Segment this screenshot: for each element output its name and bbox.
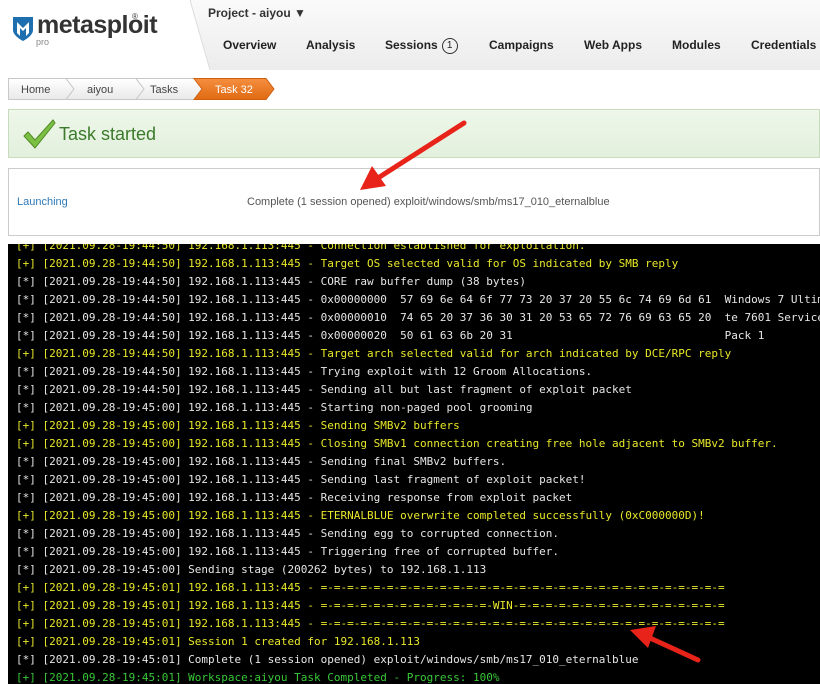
task-phase-label: Launching bbox=[17, 196, 68, 208]
nav-modules[interactable]: Modules bbox=[672, 38, 721, 52]
nav-campaigns[interactable]: Campaigns bbox=[489, 38, 554, 52]
log-line: [+] [2021.09.28-19:44:50] 192.168.1.113:… bbox=[16, 347, 732, 360]
logo[interactable]: metasploit ® pro bbox=[0, 0, 190, 70]
log-line: [*] [2021.09.28-19:45:00] 192.168.1.113:… bbox=[16, 527, 560, 540]
breadcrumb-home-label: Home bbox=[21, 84, 50, 96]
log-line: [+] [2021.09.28-19:45:01] Workspace:aiyo… bbox=[16, 671, 500, 684]
log-line: [*] [2021.09.28-19:44:50] 192.168.1.113:… bbox=[16, 365, 593, 378]
log-line: [*] [2021.09.28-19:45:01] Complete (1 se… bbox=[16, 653, 639, 666]
nav-credentials[interactable]: Credentials bbox=[751, 38, 816, 52]
breadcrumb: Home aiyou Tasks Task 32 bbox=[8, 78, 275, 100]
task-status-banner: Task started bbox=[8, 109, 820, 158]
log-line: [+] [2021.09.28-19:45:00] 192.168.1.113:… bbox=[16, 509, 705, 522]
main-nav: Overview Analysis Sessions 1 Campaigns We… bbox=[0, 38, 820, 54]
nav-sessions[interactable]: Sessions 1 bbox=[385, 38, 458, 54]
breadcrumb-tasks[interactable]: Tasks bbox=[134, 78, 203, 100]
log-line: [+] [2021.09.28-19:45:01] 192.168.1.113:… bbox=[16, 599, 725, 612]
logo-text: metasploit bbox=[37, 11, 158, 39]
log-line: [*] [2021.09.28-19:44:50] 192.168.1.113:… bbox=[16, 329, 765, 342]
app-header: metasploit ® pro Project - aiyou ▼ Overv… bbox=[0, 0, 820, 70]
task-status-text: Task started bbox=[59, 124, 157, 144]
breadcrumb-project-label: aiyou bbox=[87, 84, 113, 96]
log-line: [+] [2021.09.28-19:45:01] 192.168.1.113:… bbox=[16, 581, 725, 594]
nav-web-apps[interactable]: Web Apps bbox=[584, 38, 642, 52]
checkmark-icon bbox=[23, 119, 56, 149]
log-line: [+] [2021.09.28-19:45:01] Session 1 crea… bbox=[16, 635, 420, 648]
log-line: [*] [2021.09.28-19:44:50] 192.168.1.113:… bbox=[16, 275, 526, 288]
breadcrumb-home[interactable]: Home bbox=[8, 78, 75, 100]
breadcrumb-tasks-label: Tasks bbox=[150, 84, 179, 96]
log-line: [*] [2021.09.28-19:45:00] 192.168.1.113:… bbox=[16, 473, 586, 486]
log-line: [*] [2021.09.28-19:45:00] 192.168.1.113:… bbox=[16, 545, 560, 558]
log-line: [+] [2021.09.28-19:45:00] 192.168.1.113:… bbox=[16, 419, 460, 432]
project-selector[interactable]: Project - aiyou ▼ bbox=[208, 6, 306, 20]
sessions-count-badge: 1 bbox=[441, 38, 458, 54]
log-line: [+] [2021.09.28-19:45:00] 192.168.1.113:… bbox=[16, 437, 778, 450]
log-line: [*] [2021.09.28-19:45:00] 192.168.1.113:… bbox=[16, 401, 533, 414]
log-line: [+] [2021.09.28-19:44:50] 192.168.1.113:… bbox=[16, 244, 586, 252]
nav-overview[interactable]: Overview bbox=[223, 38, 276, 52]
log-line: [*] [2021.09.28-19:44:50] 192.168.1.113:… bbox=[16, 311, 820, 324]
nav-sessions-label: Sessions bbox=[385, 38, 438, 52]
task-log-console[interactable]: [+] [2021.09.28-19:44:50] 192.168.1.113:… bbox=[8, 244, 820, 684]
task-progress-row: Launching Complete (1 session opened) ex… bbox=[8, 168, 820, 236]
log-line: [+] [2021.09.28-19:44:50] 192.168.1.113:… bbox=[16, 257, 679, 270]
breadcrumb-project[interactable]: aiyou bbox=[64, 78, 145, 100]
breadcrumb-current-task: Task 32 bbox=[192, 78, 275, 100]
log-line: [+] [2021.09.28-19:45:01] 192.168.1.113:… bbox=[16, 617, 725, 630]
task-description: Complete (1 session opened) exploit/wind… bbox=[247, 196, 610, 208]
breadcrumb-current-task-label: Task 32 bbox=[215, 84, 253, 96]
logo-registered-mark: ® bbox=[132, 12, 138, 21]
log-line: [*] [2021.09.28-19:45:00] Sending stage … bbox=[16, 563, 487, 576]
log-line: [*] [2021.09.28-19:44:50] 192.168.1.113:… bbox=[16, 293, 820, 306]
log-line: [*] [2021.09.28-19:45:00] 192.168.1.113:… bbox=[16, 455, 507, 468]
log-line: [*] [2021.09.28-19:44:50] 192.168.1.113:… bbox=[16, 383, 632, 396]
nav-analysis[interactable]: Analysis bbox=[306, 38, 355, 52]
log-line: [*] [2021.09.28-19:45:00] 192.168.1.113:… bbox=[16, 491, 573, 504]
